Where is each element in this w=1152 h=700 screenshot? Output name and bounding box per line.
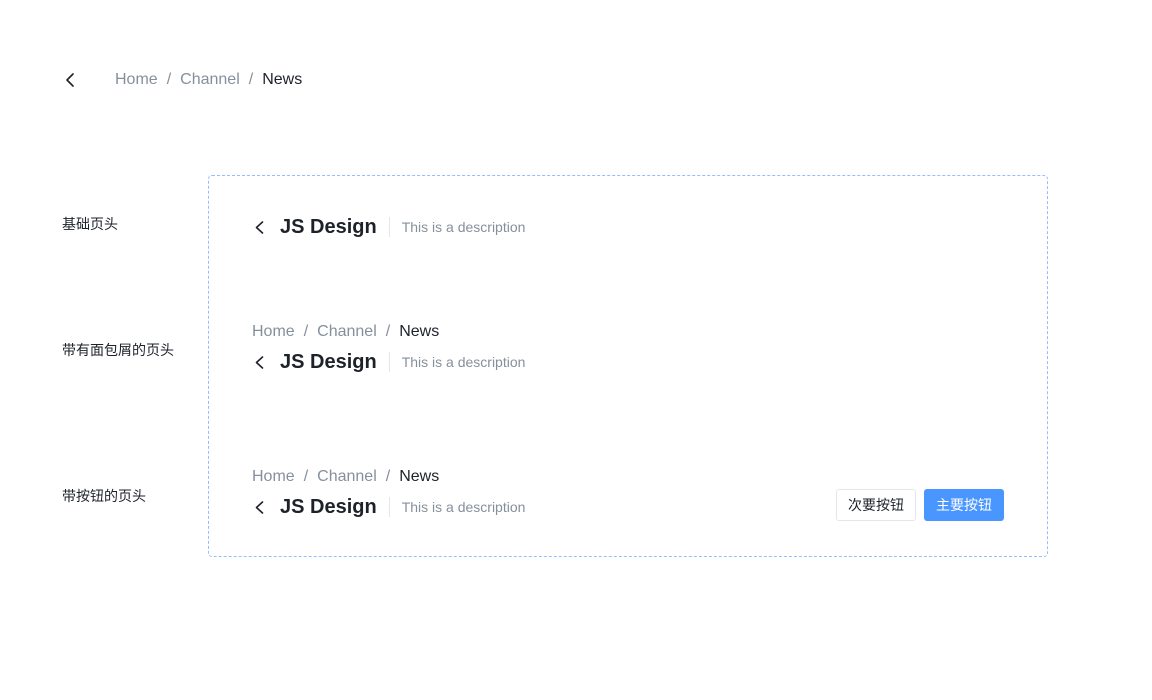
breadcrumb-item-home[interactable]: Home bbox=[252, 465, 295, 489]
breadcrumb: Home / Channel / News bbox=[252, 465, 439, 489]
page-title: JS Design bbox=[280, 216, 377, 238]
chevron-left-icon[interactable] bbox=[252, 491, 266, 523]
breadcrumb: Home / Channel / News bbox=[252, 320, 439, 344]
title-divider bbox=[388, 217, 390, 237]
breadcrumb-separator: / bbox=[303, 468, 309, 485]
title-divider bbox=[388, 352, 390, 372]
breadcrumb-item-home[interactable]: Home bbox=[252, 320, 295, 344]
page-description: This is a description bbox=[401, 219, 526, 235]
top-page-header: Home / Channel / News bbox=[62, 68, 302, 92]
breadcrumb-item-channel[interactable]: Channel bbox=[317, 320, 377, 344]
row-label-breadcrumb: 带有面包屑的页头 bbox=[62, 342, 174, 358]
breadcrumb-item-news: News bbox=[262, 71, 303, 88]
breadcrumb-item-news: News bbox=[399, 323, 440, 340]
primary-button[interactable]: 主要按钮 bbox=[924, 489, 1004, 521]
breadcrumb-separator: / bbox=[248, 71, 254, 88]
chevron-left-icon[interactable] bbox=[62, 68, 78, 92]
breadcrumb-page-header: JS Design This is a description bbox=[252, 346, 525, 378]
breadcrumb-separator: / bbox=[303, 323, 309, 340]
breadcrumb-item-channel[interactable]: Channel bbox=[180, 68, 240, 92]
chevron-left-icon[interactable] bbox=[252, 346, 266, 378]
basic-page-header: JS Design This is a description bbox=[252, 211, 525, 243]
row-label-buttons: 带按钮的页头 bbox=[62, 488, 146, 504]
chevron-left-icon[interactable] bbox=[252, 211, 266, 243]
page-title: JS Design bbox=[280, 351, 377, 373]
row-label-basic: 基础页头 bbox=[62, 216, 118, 232]
secondary-button[interactable]: 次要按钮 bbox=[836, 489, 916, 521]
button-page-header: JS Design This is a description bbox=[252, 491, 525, 523]
breadcrumb-separator: / bbox=[166, 71, 172, 88]
breadcrumb: Home / Channel / News bbox=[115, 68, 302, 92]
title-divider bbox=[388, 497, 390, 517]
breadcrumb-separator: / bbox=[385, 323, 391, 340]
page-title: JS Design bbox=[280, 496, 377, 518]
breadcrumb-separator: / bbox=[385, 468, 391, 485]
breadcrumb-item-channel[interactable]: Channel bbox=[317, 465, 377, 489]
page-description: This is a description bbox=[401, 499, 526, 515]
breadcrumb-item-home[interactable]: Home bbox=[115, 68, 158, 92]
breadcrumb-item-news: News bbox=[399, 468, 440, 485]
page-description: This is a description bbox=[401, 354, 526, 370]
